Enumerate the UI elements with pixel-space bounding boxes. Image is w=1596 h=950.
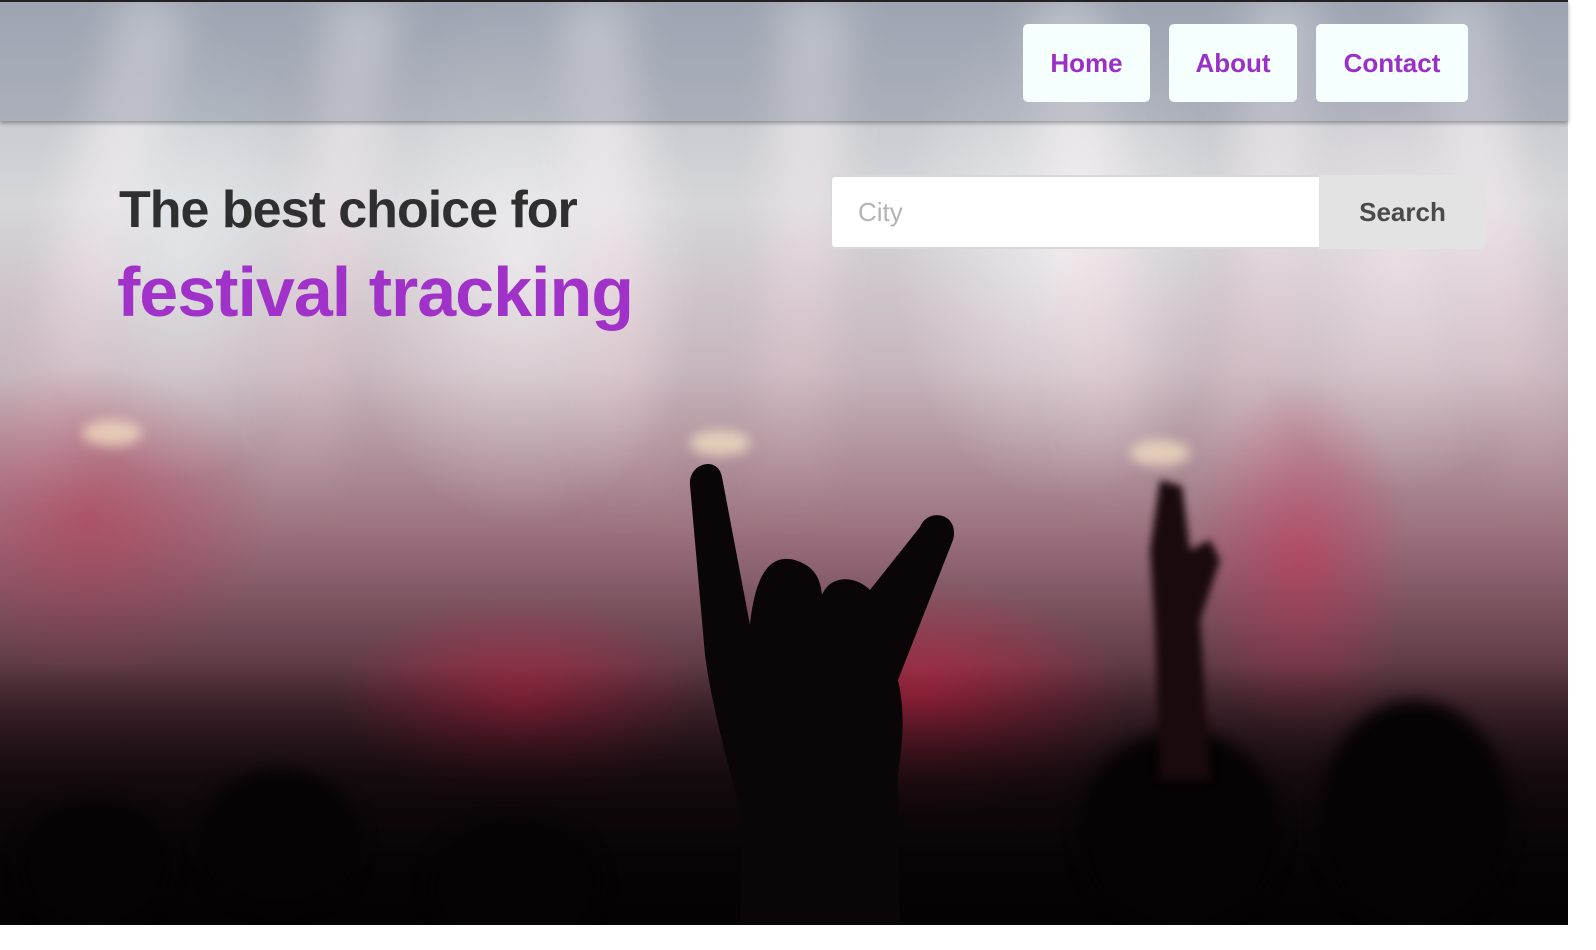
hero-title-line2: festival tracking [117,253,634,331]
stage-lamp [690,430,750,456]
rock-hand-silhouette [689,463,954,925]
stage-lamp [82,420,142,446]
nav-home-button[interactable]: Home [1023,24,1150,102]
city-search-form: Search [830,175,1486,249]
crowd-head [200,770,360,910]
crowd-head [1320,700,1510,925]
hero-title-line1: The best choice for [119,181,578,239]
crowd-head [20,800,170,925]
hero-background [0,0,1568,925]
stage-lamp [1130,440,1190,466]
top-navigation-bar: Home About Contact [0,0,1568,121]
search-button[interactable]: Search [1319,175,1486,249]
nav-contact-button[interactable]: Contact [1316,24,1468,102]
nav-about-button[interactable]: About [1169,24,1297,102]
city-search-input[interactable] [830,175,1319,249]
raised-arm-silhouette [1150,480,1220,780]
